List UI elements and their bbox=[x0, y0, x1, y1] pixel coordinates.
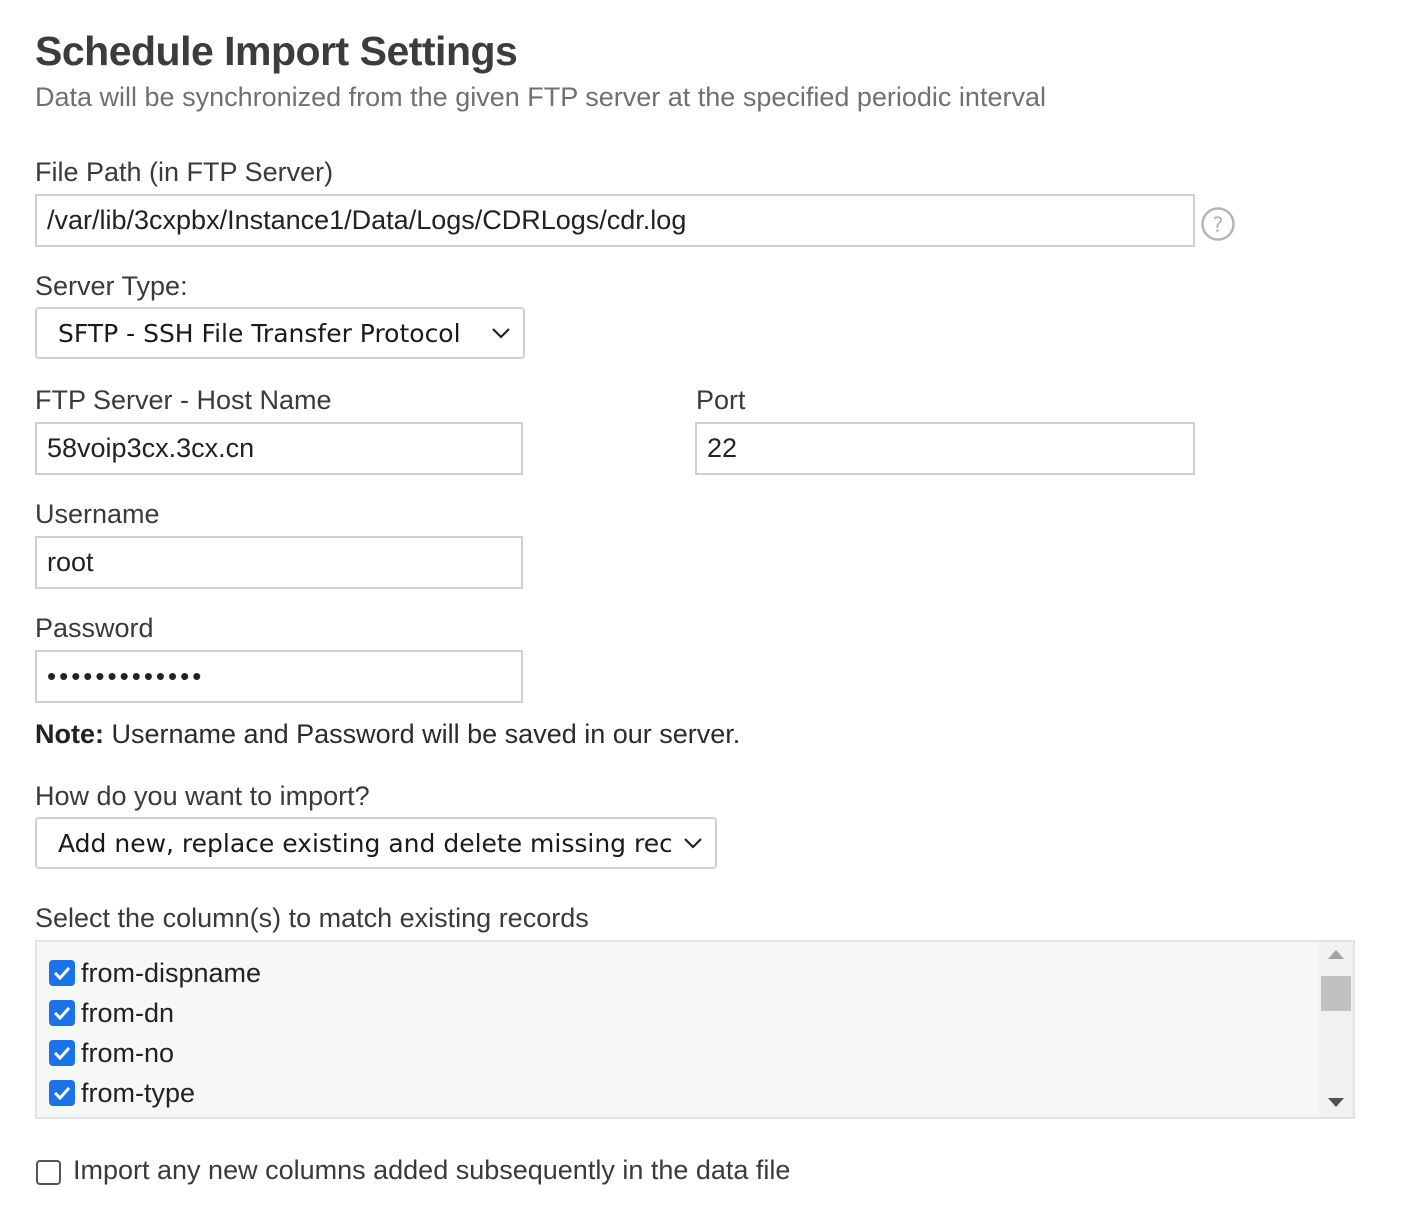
import-mode-label: How do you want to import? bbox=[35, 781, 370, 811]
scroll-up-arrow-icon[interactable] bbox=[1328, 950, 1344, 959]
list-item[interactable]: from-dispname bbox=[49, 958, 261, 988]
note-text: Username and Password will be saved in o… bbox=[104, 719, 741, 749]
file-path-label: File Path (in FTP Server) bbox=[35, 157, 334, 187]
chevron-down-icon bbox=[671, 819, 715, 867]
import-new-columns-checkbox[interactable] bbox=[36, 1160, 61, 1185]
host-name-input[interactable] bbox=[35, 422, 523, 475]
server-type-label: Server Type: bbox=[35, 271, 188, 301]
port-label: Port bbox=[696, 385, 746, 415]
scroll-down-arrow-icon[interactable] bbox=[1328, 1098, 1344, 1107]
svg-text:?: ? bbox=[1212, 213, 1223, 237]
question-circle-icon[interactable]: ? bbox=[1200, 206, 1236, 242]
import-mode-select[interactable]: Add new, replace existing and delete mis… bbox=[35, 817, 717, 869]
list-item-label: from-dispname bbox=[81, 957, 262, 988]
server-type-value: SFTP - SSH File Transfer Protocol bbox=[58, 318, 461, 348]
page-title: Schedule Import Settings bbox=[35, 28, 518, 74]
import-mode-value: Add new, replace existing and delete mis… bbox=[58, 828, 671, 858]
chevron-down-icon bbox=[479, 309, 523, 357]
list-item[interactable]: from-dn bbox=[49, 998, 174, 1028]
list-item-label: from-no bbox=[81, 1037, 175, 1068]
credentials-note: Note: Username and Password will be save… bbox=[35, 719, 740, 750]
password-input[interactable] bbox=[35, 650, 523, 703]
list-item-label: from-dn bbox=[81, 997, 175, 1028]
checkbox-checked[interactable] bbox=[49, 1000, 75, 1026]
match-columns-label: Select the column(s) to match existing r… bbox=[35, 903, 589, 933]
checkbox-checked[interactable] bbox=[49, 1080, 75, 1106]
list-item[interactable]: from-no bbox=[49, 1038, 174, 1068]
list-item[interactable]: from-type bbox=[49, 1078, 195, 1108]
username-input[interactable] bbox=[35, 536, 523, 589]
server-type-select[interactable]: SFTP - SSH File Transfer Protocol bbox=[35, 307, 525, 359]
note-prefix: Note: bbox=[35, 719, 104, 749]
checkbox-checked[interactable] bbox=[49, 960, 75, 986]
port-input[interactable] bbox=[695, 422, 1195, 475]
page-subtitle: Data will be synchronized from the given… bbox=[35, 82, 1046, 112]
import-new-columns-label: Import any new columns added subsequentl… bbox=[73, 1155, 791, 1185]
list-item-label: from-type bbox=[81, 1077, 196, 1108]
host-label: FTP Server - Host Name bbox=[35, 385, 332, 415]
match-columns-list[interactable]: from-dispname from-dn from-no from-type bbox=[35, 940, 1355, 1119]
scroll-thumb[interactable] bbox=[1321, 976, 1351, 1011]
checkbox-checked[interactable] bbox=[49, 1040, 75, 1066]
username-label: Username bbox=[35, 499, 160, 529]
vertical-scrollbar[interactable] bbox=[1319, 942, 1353, 1117]
file-path-input[interactable] bbox=[35, 194, 1195, 247]
password-label: Password bbox=[35, 613, 154, 643]
